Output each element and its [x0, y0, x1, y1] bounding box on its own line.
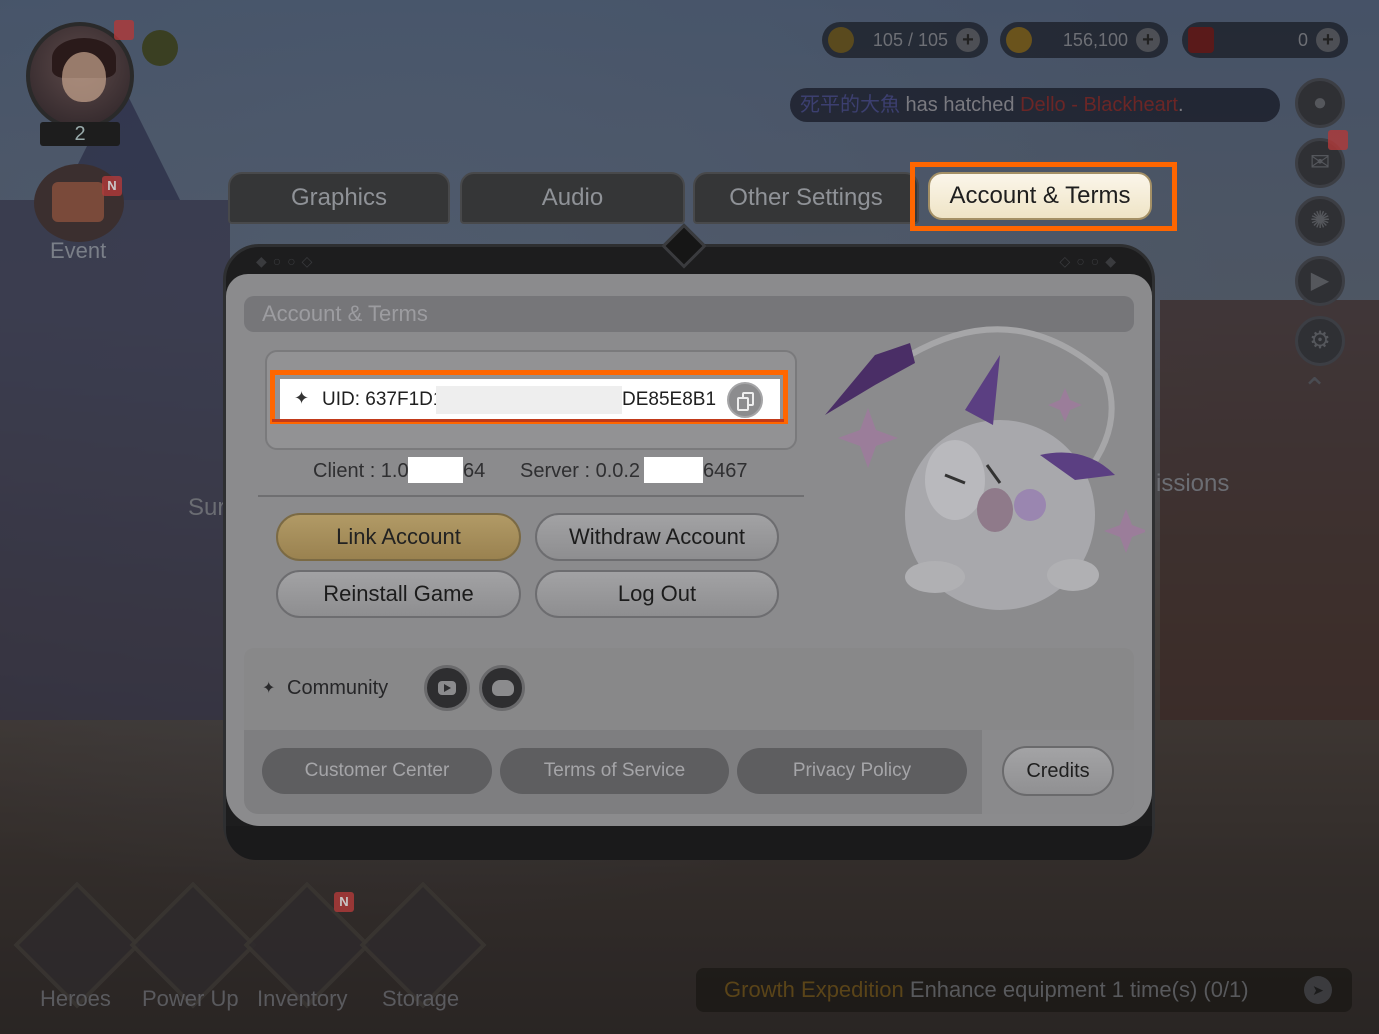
tab-other-settings[interactable]: Other Settings [693, 172, 919, 224]
server-version-suffix: 6467 [703, 460, 748, 482]
swirl-icon: ✺ [1309, 207, 1331, 234]
uid-highlight-box [270, 370, 788, 424]
mission-text: Enhance equipment 1 time(s) (0/1) [909, 977, 1249, 1002]
mascot-illustration [825, 326, 1145, 610]
customer-center-button[interactable]: Customer Center [262, 748, 492, 794]
gacha-button[interactable]: ✺ [1295, 196, 1345, 246]
community-label: Community [287, 677, 389, 699]
event-new-badge: N [102, 176, 122, 196]
server-version-prefix: Server : 0.0.2 [520, 460, 641, 482]
storage-label: Storage [382, 986, 460, 1011]
key-icon [828, 27, 854, 53]
event-label: Event [50, 238, 107, 263]
uid-underline [272, 419, 784, 422]
tab-highlight-box [910, 162, 1177, 231]
youtube-icon [438, 681, 456, 695]
missions-label[interactable]: issions [1156, 470, 1229, 498]
gems-resource[interactable]: 0 + [1182, 22, 1348, 58]
ticker-end: . [1177, 94, 1184, 116]
settings-button[interactable]: ⚙ [1295, 316, 1345, 366]
server-version-redaction [644, 457, 703, 483]
ticker-player: 死平的大魚 [800, 94, 900, 116]
play-icon: ▶ [1310, 267, 1330, 294]
mission-tag: Growth Expedition [724, 977, 904, 1002]
divider [258, 495, 804, 497]
gear-icon: ⚙ [1309, 327, 1331, 354]
gem-icon [1188, 27, 1214, 53]
withdraw-account-button[interactable]: Withdraw Account [535, 513, 779, 561]
chevron-up-icon[interactable]: ⌃ [1302, 372, 1327, 407]
mission-bar[interactable]: Growth Expedition Enhance equipment 1 ti… [696, 968, 1352, 1012]
add-keys-button[interactable]: + [956, 28, 980, 52]
calendar-icon [52, 182, 104, 222]
client-version-redaction [408, 457, 463, 483]
coin-icon [1006, 27, 1032, 53]
ticker-text: has hatched [900, 94, 1021, 116]
keys-value: 105 / 105 [872, 30, 948, 50]
ticker-hero: Dello - Blackheart [1020, 94, 1178, 116]
add-gold-button[interactable]: + [1136, 28, 1160, 52]
add-gems-button[interactable]: + [1316, 28, 1340, 52]
discord-icon [492, 680, 514, 696]
inventory-new-badge: N [334, 892, 354, 912]
reinstall-game-button[interactable]: Reinstall Game [276, 570, 521, 618]
youtube-button[interactable] [424, 665, 470, 711]
link-account-button[interactable]: Link Account [276, 513, 521, 561]
sparkle-icon: ✦ [262, 680, 276, 697]
log-out-button[interactable]: Log Out [535, 570, 779, 618]
mail-badge [1328, 130, 1348, 150]
player-level: 2 [40, 122, 120, 146]
keys-resource[interactable]: 105 / 105 + [822, 22, 988, 58]
go-arrow-icon[interactable]: ➤ [1304, 976, 1332, 1004]
inventory-label: Inventory [257, 986, 348, 1011]
credits-button[interactable]: Credits [1002, 746, 1114, 796]
panel-footer [226, 826, 1152, 860]
gold-resource[interactable]: 156,100 + [1000, 22, 1168, 58]
chat-button[interactable]: ● [1295, 78, 1345, 128]
background-text-left: Sur [188, 494, 226, 521]
play-button[interactable]: ▶ [1295, 256, 1345, 306]
client-version-suffix: 64 [463, 460, 486, 482]
discord-button[interactable] [479, 665, 525, 711]
tab-audio[interactable]: Audio [460, 172, 685, 224]
privacy-policy-button[interactable]: Privacy Policy [737, 748, 967, 794]
power-up-label: Power Up [142, 986, 239, 1011]
gold-value: 156,100 [1062, 30, 1128, 50]
chat-icon: ● [1312, 89, 1328, 116]
tab-graphics[interactable]: Graphics [228, 172, 450, 224]
heroes-label: Heroes [40, 986, 111, 1011]
avatar-notification-badge [114, 20, 134, 40]
mail-icon: ✉ [1309, 149, 1331, 176]
terms-of-service-button[interactable]: Terms of Service [500, 748, 729, 794]
check-icon[interactable] [142, 30, 178, 66]
gems-value: 0 [1297, 30, 1308, 50]
news-ticker: 死平的大魚 has hatched Dello - Blackheart. [790, 88, 1280, 122]
client-version-prefix: Client : 1.0 [313, 460, 409, 482]
